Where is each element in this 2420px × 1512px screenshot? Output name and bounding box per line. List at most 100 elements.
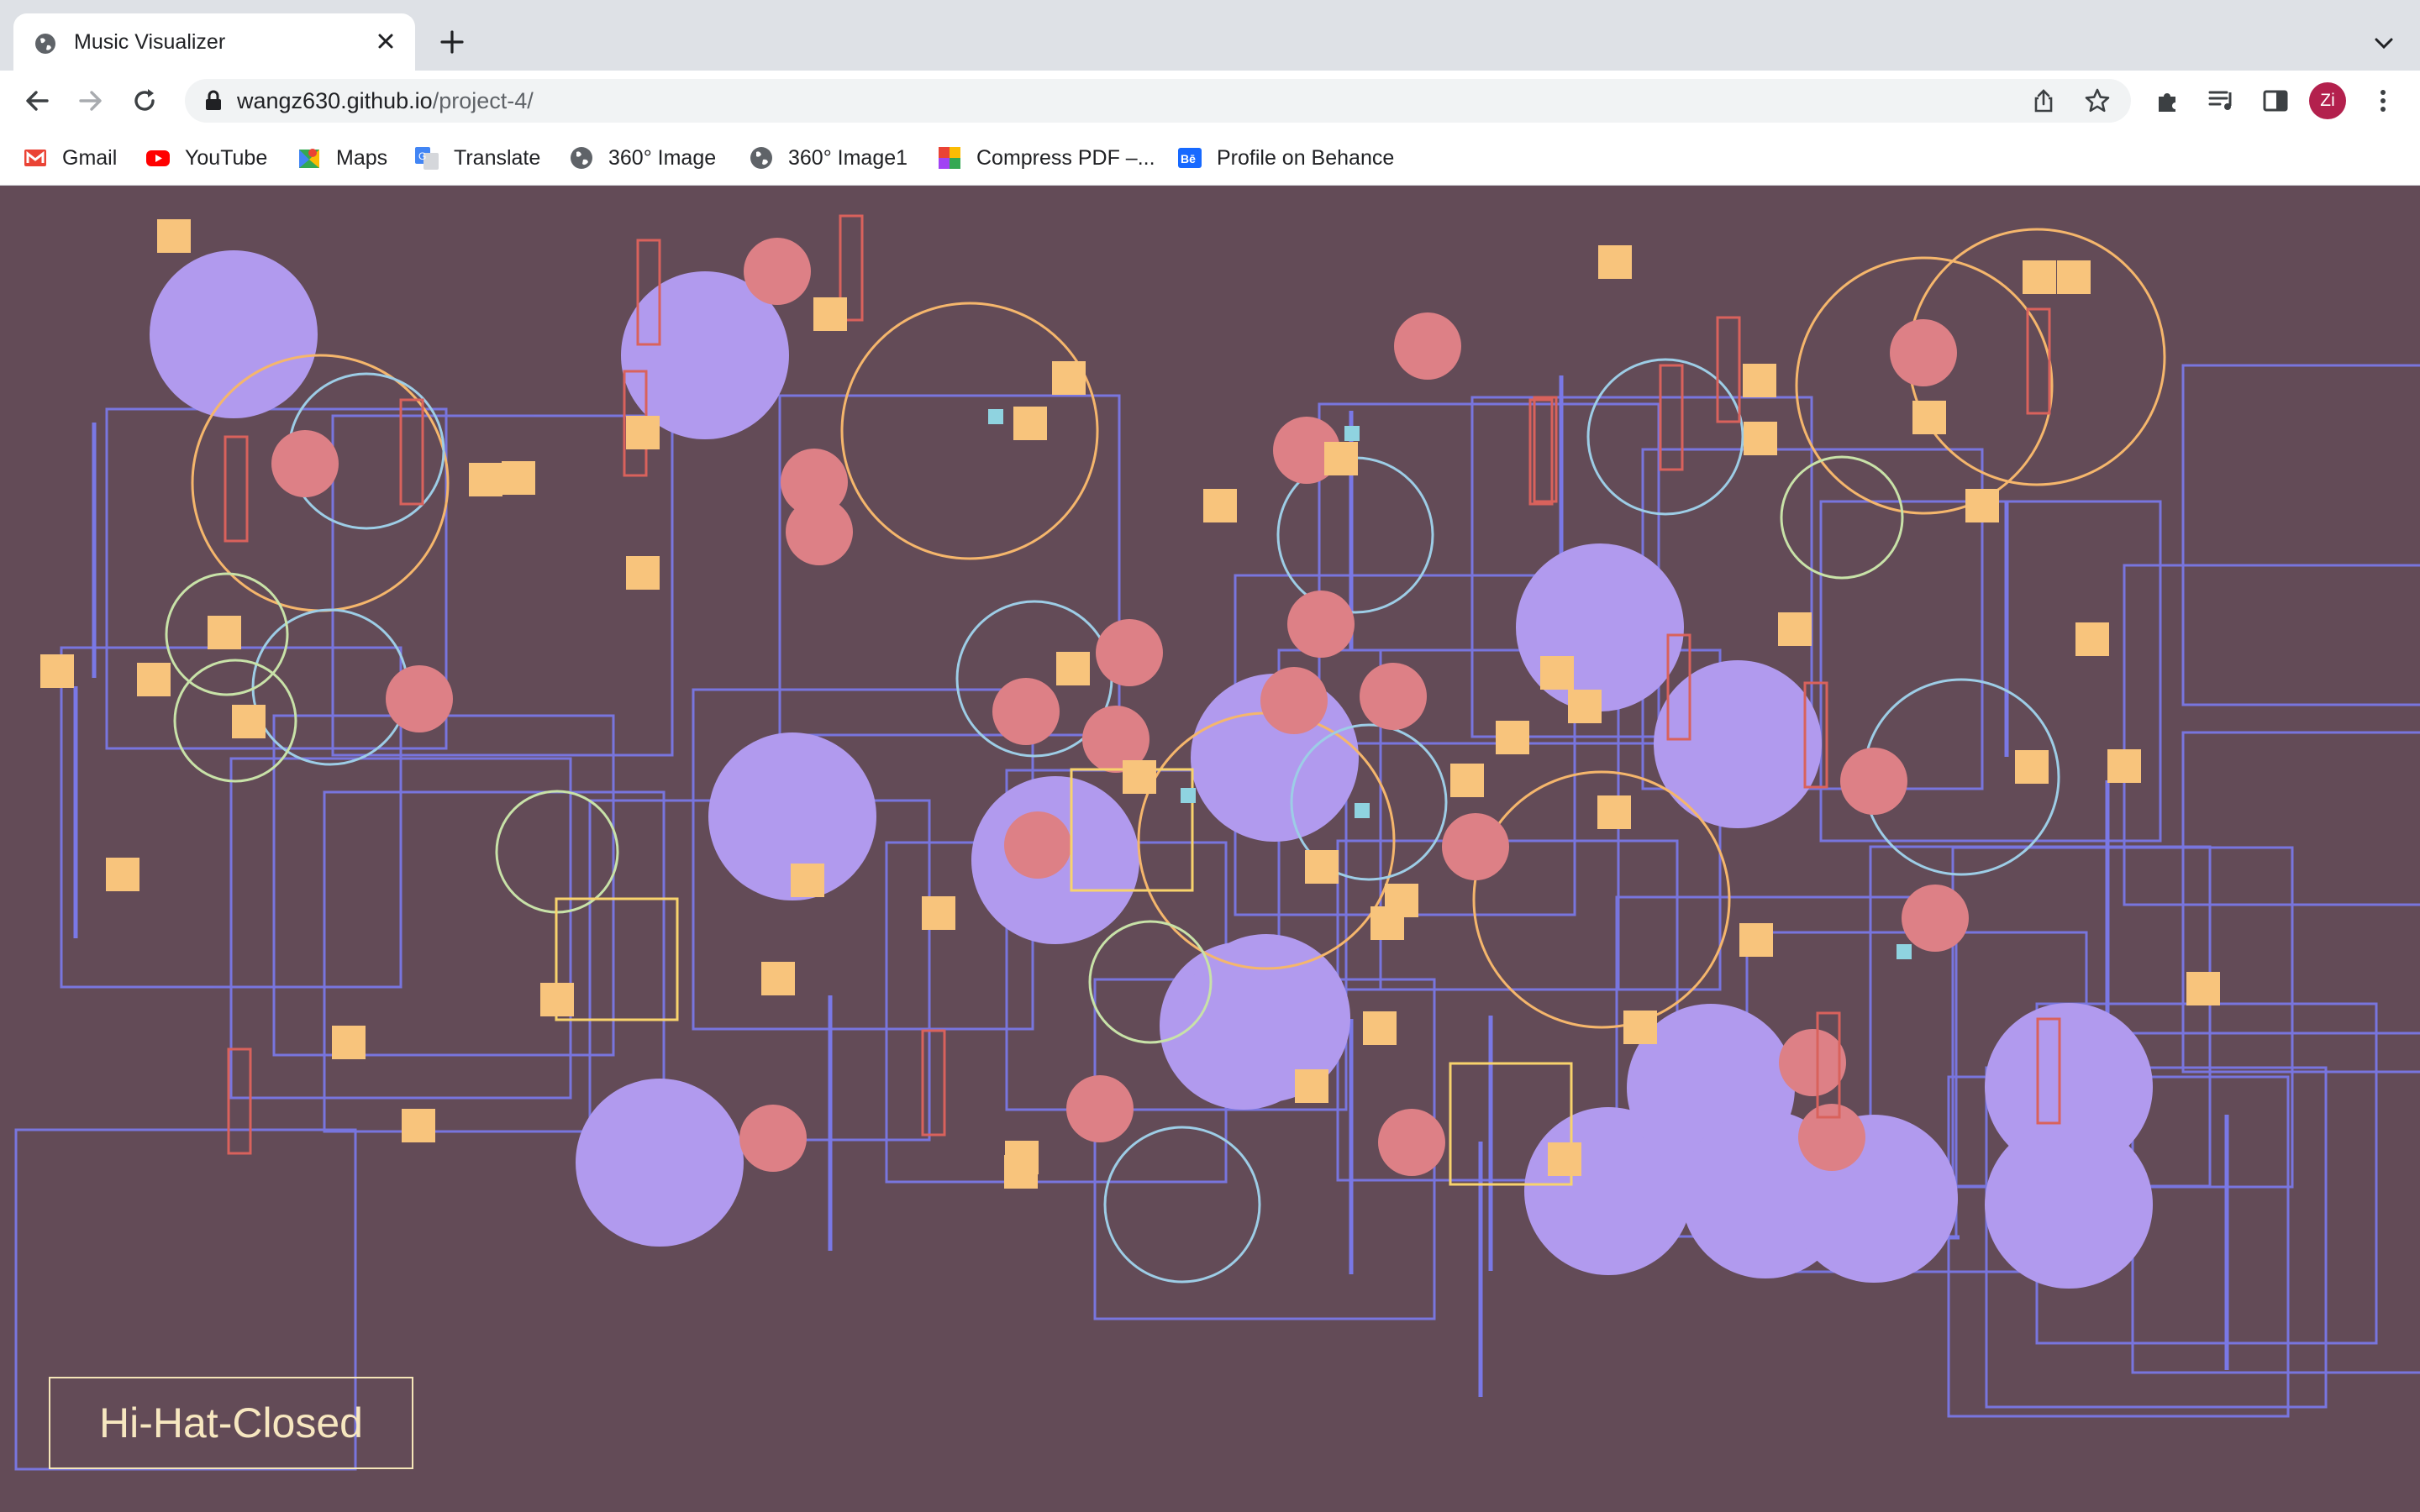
snare-dot	[786, 498, 853, 565]
snare-dot	[1260, 667, 1328, 734]
hihat-square	[2015, 750, 2049, 784]
snare-dot	[1360, 663, 1427, 730]
hihat-square	[2057, 260, 2091, 294]
bookmarks-bar: Gmail YouTube Maps G Translate 360° Imag…	[0, 131, 2420, 186]
cyan-square	[1181, 788, 1196, 803]
hihat-square	[1052, 361, 1086, 395]
hihat-square	[106, 858, 139, 891]
side-panel-icon[interactable]	[2259, 84, 2292, 118]
snare-dot	[1378, 1109, 1445, 1176]
current-sound-label: Hi-Hat-Closed	[49, 1377, 413, 1469]
more-menu-icon[interactable]	[2366, 84, 2400, 118]
bookmark-label: 360° Image	[608, 145, 717, 170]
red-outline-rect	[2026, 307, 2051, 415]
outline-ring	[1103, 1126, 1261, 1284]
snare-dot	[271, 430, 339, 497]
browser-tab[interactable]: Music Visualizer	[13, 13, 415, 71]
hihat-square	[1450, 764, 1484, 797]
forward-icon[interactable]	[74, 84, 108, 118]
snare-dot	[1798, 1104, 1865, 1171]
hihat-square	[1743, 364, 1776, 397]
hihat-square	[1778, 612, 1812, 646]
hihat-square	[813, 297, 847, 331]
red-outline-rect	[921, 1029, 946, 1137]
yellow-outline-rect	[555, 897, 679, 1021]
hihat-square	[626, 416, 660, 449]
red-outline-rect	[1659, 364, 1684, 471]
compress-pdf-icon	[939, 147, 960, 169]
globe-icon	[35, 34, 55, 54]
hihat-square	[2023, 260, 2056, 294]
hihat-square	[1548, 1142, 1581, 1176]
visualizer-shapes	[14, 214, 2420, 1471]
bookmark-translate[interactable]: G Translate	[413, 141, 540, 175]
hihat-square	[922, 896, 955, 930]
hihat-square	[2107, 749, 2141, 783]
reload-icon[interactable]	[128, 84, 161, 118]
new-tab-icon[interactable]	[437, 27, 467, 57]
hihat-square	[1739, 923, 1773, 957]
chevron-down-icon[interactable]	[2370, 29, 2398, 57]
globe-icon	[571, 147, 592, 169]
snare-dot	[739, 1105, 807, 1172]
snare-dot	[1779, 1029, 1846, 1096]
close-icon[interactable]	[373, 29, 398, 54]
snare-dot	[1096, 619, 1163, 686]
media-control-icon[interactable]	[2205, 84, 2238, 118]
hihat-square	[1056, 652, 1090, 685]
cyan-square	[1355, 803, 1370, 818]
profile-avatar[interactable]: Zi	[2309, 82, 2346, 119]
bookmark-star-icon[interactable]	[2084, 87, 2111, 114]
red-outline-rect	[224, 435, 249, 543]
bookmark-360-image[interactable]: 360° Image	[568, 141, 716, 175]
cyan-square	[1344, 426, 1360, 441]
bookmark-maps[interactable]: Maps	[296, 141, 387, 175]
url-path: /project-4/	[432, 88, 534, 113]
snare-dot	[1004, 811, 1071, 879]
back-icon[interactable]	[20, 84, 54, 118]
address-bar[interactable]: wangz630.github.io/project-4/	[185, 79, 2131, 123]
bookmark-label: Translate	[454, 145, 541, 170]
translate-icon: G	[415, 147, 439, 170]
hihat-square	[1598, 245, 1632, 279]
hihat-square	[1965, 489, 1999, 522]
bookmark-behance[interactable]: Bē Profile on Behance	[1176, 141, 1394, 175]
hihat-square	[1912, 401, 1946, 434]
share-icon[interactable]	[2030, 87, 2057, 114]
gmail-icon	[24, 150, 46, 166]
bookmark-compress-pdf[interactable]: Compress PDF –...	[936, 141, 1155, 175]
extensions-icon[interactable]	[2151, 84, 2185, 118]
hihat-square	[208, 616, 241, 649]
hihat-square	[1744, 422, 1777, 455]
lock-icon[interactable]	[203, 90, 224, 112]
url-text: wangz630.github.io/project-4/	[237, 88, 534, 113]
bookmark-label: Gmail	[62, 145, 118, 170]
hihat-square	[1597, 795, 1631, 829]
bookmark-360-image1[interactable]: 360° Image1	[748, 141, 908, 175]
globe-icon	[750, 147, 772, 169]
youtube-icon	[146, 150, 170, 166]
hihat-square	[1004, 1155, 1038, 1189]
snare-dot	[992, 678, 1060, 745]
bookmark-gmail[interactable]: Gmail	[22, 141, 117, 175]
svg-text:Bē: Bē	[1181, 152, 1196, 165]
hihat-square	[1013, 407, 1047, 440]
snare-dot	[1394, 312, 1461, 380]
bookmark-label: Compress PDF –...	[976, 145, 1155, 170]
bookmark-youtube[interactable]: YouTube	[145, 141, 267, 175]
outline-ring	[1780, 455, 1904, 580]
url-host: wangz630.github.io	[237, 88, 433, 113]
maps-icon	[299, 149, 319, 168]
hihat-square	[40, 654, 74, 688]
hihat-square	[332, 1026, 366, 1059]
hihat-square	[791, 864, 824, 897]
browser-toolbar: wangz630.github.io/project-4/ Zi	[0, 71, 2420, 131]
hihat-square	[1324, 442, 1358, 475]
outline-rect	[2181, 731, 2420, 1074]
hihat-square	[469, 463, 502, 496]
kick-circle	[1985, 1121, 2153, 1289]
hihat-square	[502, 461, 535, 495]
visualizer-canvas[interactable]: Hi-Hat-Closed	[0, 186, 2420, 1512]
snare-dot	[1902, 885, 1969, 952]
outline-ring	[1586, 358, 1744, 516]
